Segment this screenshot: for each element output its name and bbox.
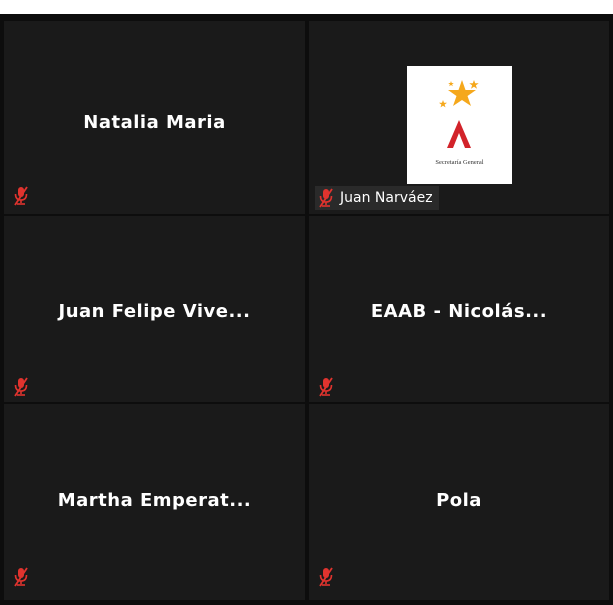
- participant-tile-martha[interactable]: Martha Emperat...: [4, 404, 305, 600]
- participant-tile-natalia-maria[interactable]: Natalia Maria: [4, 21, 305, 214]
- participant-name: Pola: [436, 490, 482, 511]
- participant-name: Natalia Maria: [83, 112, 226, 133]
- mic-muted-icon: [14, 186, 28, 206]
- participant-tile-pola[interactable]: Pola: [309, 404, 609, 600]
- participant-tile-juan-narvaez[interactable]: Secretaría General Juan Narváez: [309, 21, 609, 214]
- avatar-caption: Secretaría General: [435, 159, 484, 166]
- participant-tile-eaab-nicolas[interactable]: EAAB - Nicolás...: [309, 216, 609, 402]
- participant-avatar: Secretaría General: [407, 66, 512, 184]
- mic-muted-icon: [14, 567, 28, 587]
- secretaria-general-logo: [439, 80, 479, 148]
- participant-name: Juan Felipe Vive...: [58, 301, 251, 322]
- participant-name: Martha Emperat...: [57, 490, 252, 511]
- participant-name: EAAB - Nicolás...: [370, 301, 548, 322]
- mic-muted-icon: [319, 567, 333, 587]
- mic-muted-icon: [319, 377, 333, 397]
- mic-muted-icon: [14, 377, 28, 397]
- participant-name: Juan Narváez: [340, 190, 433, 206]
- participant-name-label: Juan Narváez: [315, 186, 439, 210]
- mic-muted-icon: [319, 188, 333, 208]
- video-gallery: Natalia Maria Secretaría General Juan Na…: [0, 14, 613, 605]
- participant-tile-juan-felipe[interactable]: Juan Felipe Vive...: [4, 216, 305, 402]
